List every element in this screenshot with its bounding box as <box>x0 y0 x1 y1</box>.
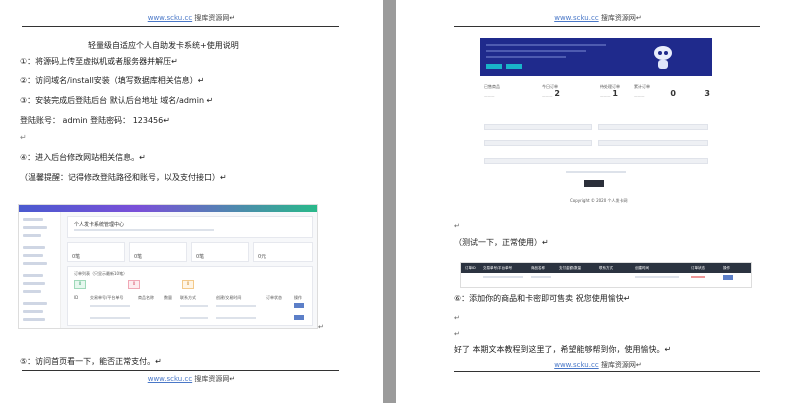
stock-field[interactable] <box>598 140 708 146</box>
step-3: ③：安装完成后登陆后台 默认后台地址 域名/admin ↵ <box>20 96 214 105</box>
header-site-link[interactable]: www.scku.cc <box>148 14 192 22</box>
header-site-link[interactable]: www.scku.cc <box>554 14 598 22</box>
document-page-left: www.scku.cc 搜库资源网↵ 轻量级自适应个人自助发卡系统+使用说明 ①… <box>0 0 383 403</box>
footer-rule <box>454 371 760 372</box>
robot-icon <box>654 46 672 69</box>
order-list-card: 订单列表（只显示最新10笔） 0 0 0 ID 交易单号/平台单号 商品名称 数… <box>67 266 313 326</box>
step-4: ④：进入后台修改网站相关信息。↵ <box>20 153 146 162</box>
stat-card-1: 0笔 <box>67 242 125 262</box>
payment-options[interactable] <box>566 171 626 173</box>
header-rule <box>22 26 339 27</box>
storefront-copyright: Copyright © 2020 个人发卡网 <box>570 198 628 203</box>
stat-card-4: 0元 <box>253 242 313 262</box>
header-rule <box>454 26 760 27</box>
header-site-label: 搜库资源网 <box>194 14 230 22</box>
price-field[interactable] <box>484 140 592 146</box>
login-credentials: 登陆账号： admin 登陆密码： 123456↵ <box>20 116 170 125</box>
page-header: www.scku.cc 搜库资源网↵ <box>554 14 642 22</box>
footer-site-link[interactable]: www.scku.cc <box>554 361 598 369</box>
category-select[interactable] <box>484 124 592 130</box>
tile-1: 0 <box>74 280 86 289</box>
page-footer: www.scku.cc 搜库资源网↵ <box>554 361 642 369</box>
welcome-title: 个人发卡系统管理中心 <box>74 222 125 228</box>
stat-card-3: 0笔 <box>191 242 249 262</box>
admin-dashboard-screenshot: 个人发卡系统管理中心 0笔 0笔 0笔 0元 订单列表（只显示最新10笔） 0 … <box>18 204 318 329</box>
document-page-right: www.scku.cc 搜库资源网↵ 已售商品 ——— 2 今日订单 ——— 1… <box>396 0 800 403</box>
test-note: （测试一下，正常使用）↵ <box>454 238 549 247</box>
page-footer: www.scku.cc 搜库资源网↵ <box>147 375 236 383</box>
row-action-button[interactable] <box>294 315 304 320</box>
stat-card-2: 0笔 <box>129 242 187 262</box>
stat-total-orders: 累计订单 ——— 3 <box>634 84 710 98</box>
hero-button-2[interactable] <box>506 64 522 69</box>
storefront-hero-banner <box>480 38 712 76</box>
footer-rule <box>22 370 339 371</box>
step-2: ②：访问域名/install安装（填写数据库相关信息）↵ <box>20 76 205 85</box>
screenshot-topbar <box>19 205 317 212</box>
contact-input[interactable] <box>484 158 708 164</box>
product-select[interactable] <box>598 124 708 130</box>
order-list-title: 订单列表（只显示最新10笔） <box>74 271 128 276</box>
step-5: ⑤：访问首页看一下，能否正常支付。↵ <box>20 357 162 366</box>
tile-2: 0 <box>128 280 140 289</box>
buy-now-button[interactable] <box>584 180 604 187</box>
closing-text: 好了 本期文本教程到这里了，希望能够帮到你，使用愉快。↵ <box>454 345 672 354</box>
page-header: www.scku.cc 搜库资源网↵ <box>147 14 236 22</box>
hero-button-1[interactable] <box>486 64 502 69</box>
step-1: ①：将源码上传至虚拟机或者服务器并解压↵ <box>20 57 178 66</box>
tile-3: 0 <box>182 280 194 289</box>
step-6: ⑥：添加你的商品和卡密即可售卖 祝您使用愉快↵ <box>454 294 631 303</box>
table-action-button[interactable] <box>723 275 733 280</box>
orders-table-screenshot: 订单ID 交易单号/平台单号 商品名称 支付金额/数量 联系方式 创建时间 订单… <box>460 262 752 288</box>
welcome-card: 个人发卡系统管理中心 <box>67 216 313 238</box>
screenshot-sidebar <box>19 212 61 328</box>
document-title: 轻量级自适应个人自助发卡系统+使用说明 <box>88 41 239 50</box>
reminder-note: （温馨提醒：记得修改登陆路径和账号，以及支付接口）↵ <box>20 173 227 182</box>
row-action-button[interactable] <box>294 303 304 308</box>
empty-paragraph: ↵ <box>20 133 27 142</box>
footer-site-link[interactable]: www.scku.cc <box>148 375 192 383</box>
